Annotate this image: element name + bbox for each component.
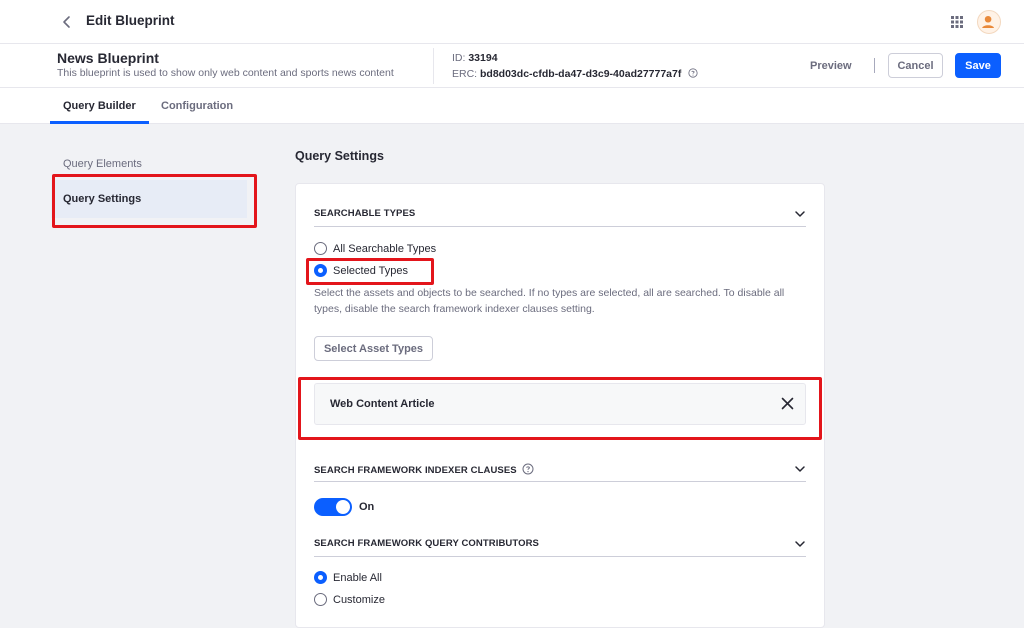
query-contributors-label: SEARCH FRAMEWORK QUERY CONTRIBUTORS [314,538,539,549]
query-settings-card: SEARCHABLE TYPES All Searchable Types Se… [295,183,825,628]
blueprint-info-bar: News Blueprint This blueprint is used to… [0,44,1024,88]
selected-type-item: Web Content Article [314,383,806,425]
indexer-clauses-text: SEARCH FRAMEWORK INDEXER CLAUSES [314,465,517,476]
indexer-clauses-toggle[interactable] [314,498,352,516]
question-circle-icon[interactable] [688,68,698,78]
radio-enable-all[interactable]: Enable All [314,571,382,584]
select-asset-types-button[interactable]: Select Asset Types [314,336,433,361]
indexer-clauses-label: SEARCH FRAMEWORK INDEXER CLAUSES [314,463,534,476]
radio-button[interactable] [314,264,327,277]
radio-label: Customize [333,593,385,606]
indexer-clauses-header[interactable]: SEARCH FRAMEWORK INDEXER CLAUSES [314,458,806,482]
radio-customize[interactable]: Customize [314,593,385,606]
tab-query-builder[interactable]: Query Builder [51,88,148,124]
chevron-down-icon [795,466,805,472]
apps-grid-icon[interactable] [949,14,965,30]
radio-selected-types[interactable]: Selected Types [314,264,408,277]
active-tab-indicator [50,121,149,124]
radio-button[interactable] [314,571,327,584]
toggle-label: On [359,501,375,513]
top-bar: Edit Blueprint [0,0,1024,44]
id-label: ID: [452,52,466,64]
erc-label: ERC: [452,68,478,80]
radio-button[interactable] [314,242,327,255]
close-icon[interactable] [780,396,795,411]
radio-button[interactable] [314,593,327,606]
question-circle-icon[interactable] [522,463,534,475]
blueprint-description: This blueprint is used to show only web … [57,67,394,79]
section-title: Query Settings [295,149,384,163]
chevron-down-icon [795,541,805,547]
radio-label: All Searchable Types [333,242,437,255]
sidebar-item-query-settings[interactable]: Query Settings [51,180,247,218]
selected-type-label: Web Content Article [330,398,435,410]
tab-configuration[interactable]: Configuration [149,88,245,124]
searchable-types-header[interactable]: SEARCHABLE TYPES [314,203,806,227]
user-icon [982,15,995,28]
user-avatar[interactable] [977,10,1001,34]
searchable-types-help: Select the assets and objects to be sear… [314,287,785,315]
chevron-left-icon[interactable] [58,12,76,32]
tab-bar: Query Builder Configuration [0,88,1024,124]
page-title: Edit Blueprint [86,13,175,28]
cancel-button[interactable]: Cancel [888,53,943,78]
query-contributors-header[interactable]: SEARCH FRAMEWORK QUERY CONTRIBUTORS [314,533,806,557]
divider [874,58,875,73]
chevron-down-icon [795,211,805,217]
blueprint-id: ID: 33194 [452,52,498,64]
blueprint-erc: ERC: bd8d03dc-cfdb-da47-d3c9-40ad27777a7… [452,68,698,80]
radio-label: Enable All [333,571,382,584]
searchable-types-label: SEARCHABLE TYPES [314,208,416,219]
sidebar-item-query-elements[interactable]: Query Elements [51,152,142,176]
id-value: 33194 [468,52,498,64]
erc-value: bd8d03dc-cfdb-da47-d3c9-40ad27777a7f [480,68,682,80]
preview-button[interactable]: Preview [800,57,862,75]
blueprint-name: News Blueprint [57,50,159,66]
radio-label: Selected Types [333,264,409,277]
radio-all-searchable-types[interactable]: All Searchable Types [314,242,436,255]
divider [433,48,434,84]
save-button[interactable]: Save [955,53,1001,78]
